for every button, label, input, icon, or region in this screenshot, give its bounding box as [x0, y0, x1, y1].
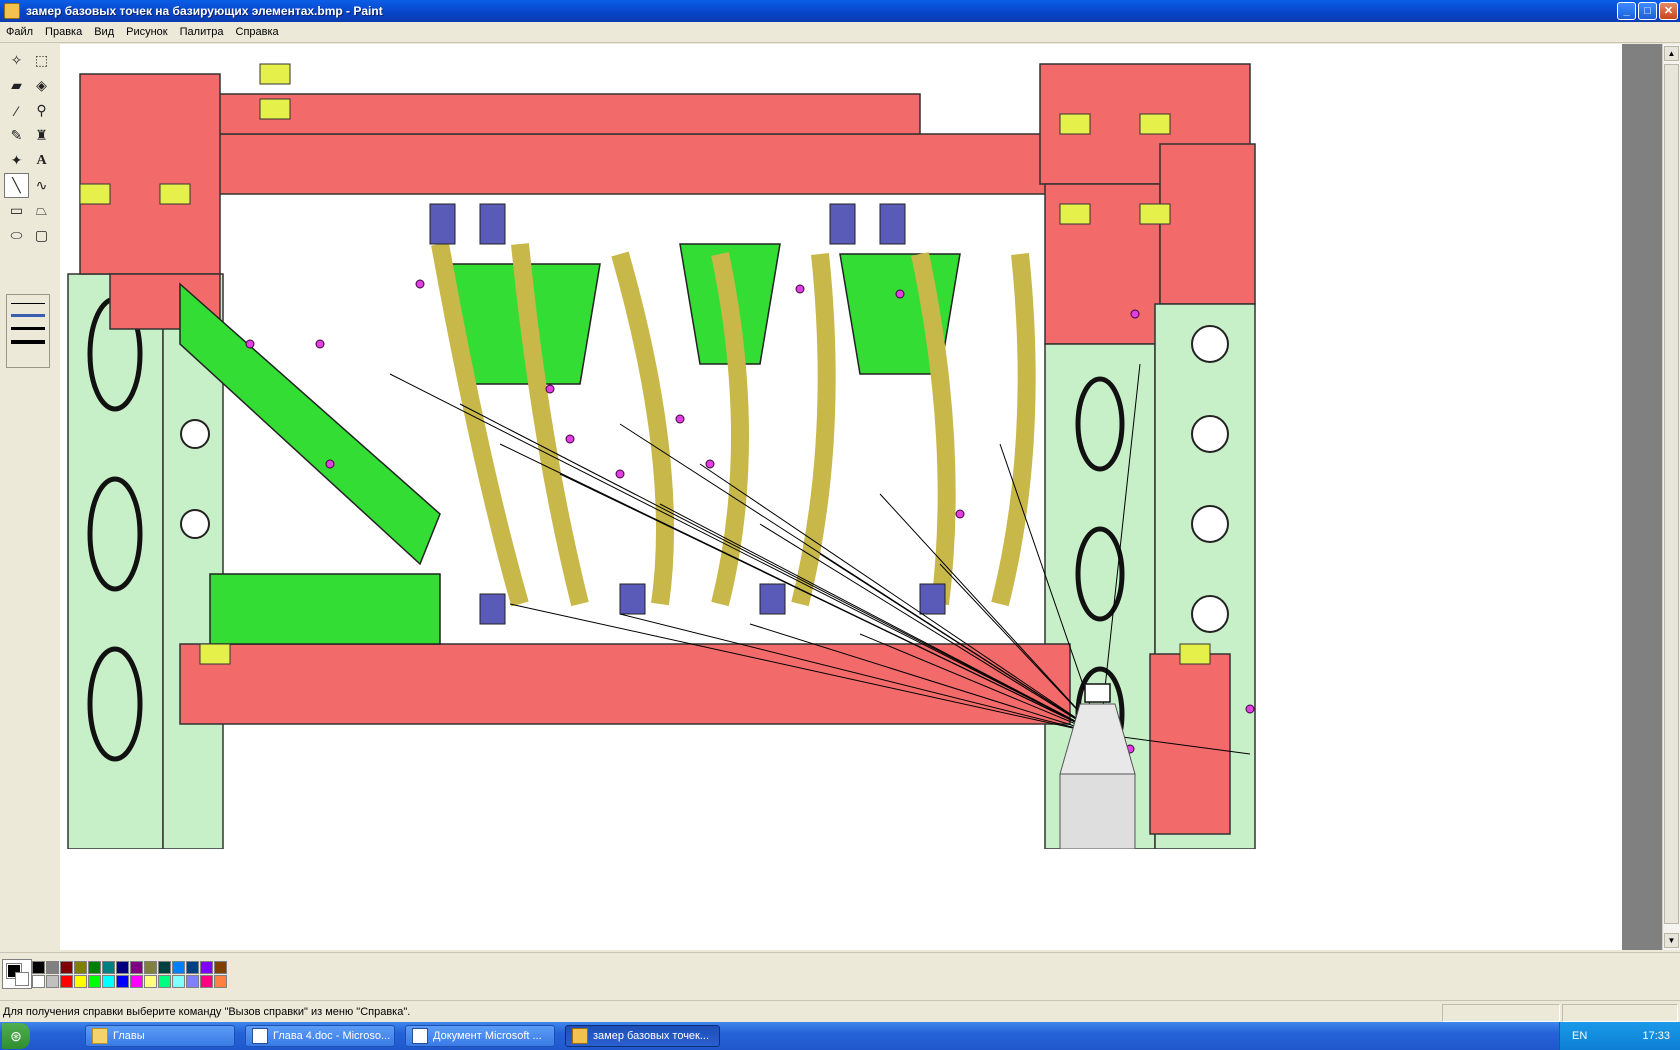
fill-tool-icon[interactable]: ◈ [29, 73, 54, 98]
palette-swatch[interactable] [214, 961, 227, 974]
start-button-icon[interactable]: ⊛ [2, 1023, 30, 1049]
menu-view[interactable]: Вид [88, 24, 120, 40]
palette-swatch[interactable] [74, 961, 87, 974]
palette-swatch[interactable] [46, 975, 59, 988]
palette-swatch[interactable] [200, 975, 213, 988]
ellipse-tool-icon[interactable]: ⬭ [4, 223, 29, 248]
paint-app-icon[interactable] [4, 3, 20, 19]
palette-swatch[interactable] [172, 975, 185, 988]
clock: 17:33 [1642, 1030, 1670, 1042]
palette-swatch[interactable] [32, 961, 45, 974]
drawing-canvas[interactable] [60, 44, 1623, 950]
color-palette [0, 952, 1680, 999]
palette-swatch[interactable] [186, 975, 199, 988]
scroll-down-icon[interactable]: ▼ [1664, 933, 1679, 948]
free-select-tool-icon[interactable]: ✧ [4, 48, 29, 73]
canvas-gray-margin [1622, 44, 1662, 950]
palette-swatch[interactable] [144, 961, 157, 974]
palette-swatch[interactable] [32, 975, 45, 988]
folder-icon [92, 1028, 108, 1044]
pencil-tool-icon[interactable]: ✎ [4, 123, 29, 148]
menu-image[interactable]: Рисунок [120, 24, 174, 40]
eraser-tool-icon[interactable]: ▰ [4, 73, 29, 98]
polygon-tool-icon[interactable]: ⏢ [29, 198, 54, 223]
palette-swatches [32, 961, 227, 988]
current-colors [2, 959, 32, 989]
canvas-area [60, 44, 1623, 950]
cad-drawing-image [67, 63, 1256, 849]
palette-swatch[interactable] [116, 975, 129, 988]
taskbar-item-word-document[interactable]: Документ Microsoft ... [405, 1025, 555, 1047]
text-tool-icon[interactable]: A [29, 148, 54, 173]
word-icon [252, 1028, 268, 1044]
close-button[interactable]: ✕ [1659, 2, 1678, 20]
scroll-thumb[interactable] [1664, 64, 1679, 924]
brush-tool-icon[interactable]: ♜ [29, 123, 54, 148]
palette-swatch[interactable] [158, 975, 171, 988]
taskbar-item-label: Документ Microsoft ... [433, 1030, 542, 1042]
menu-help[interactable]: Справка [230, 24, 285, 40]
tool-grid: ✧ ⬚ ▰ ◈ ⁄ ⚲ ✎ ♜ ✦ A ╲ ∿ ▭ ⏢ ⬭ ▢ [4, 48, 54, 248]
background-color [15, 972, 29, 986]
maximize-button[interactable]: □ [1638, 2, 1657, 20]
curve-tool-icon[interactable]: ∿ [29, 173, 54, 198]
language-indicator[interactable]: EN [1572, 1030, 1587, 1042]
palette-swatch[interactable] [172, 961, 185, 974]
status-text: Для получения справки выберите команду "… [3, 1006, 411, 1018]
line-width-3[interactable] [11, 327, 45, 330]
rectangle-tool-icon[interactable]: ▭ [4, 198, 29, 223]
line-width-selector[interactable] [6, 294, 50, 368]
rounded-rect-tool-icon[interactable]: ▢ [29, 223, 54, 248]
menu-edit[interactable]: Правка [39, 24, 88, 40]
palette-swatch[interactable] [46, 961, 59, 974]
toolbox: ✧ ⬚ ▰ ◈ ⁄ ⚲ ✎ ♜ ✦ A ╲ ∿ ▭ ⏢ ⬭ ▢ [0, 44, 58, 950]
menu-file[interactable]: Файл [0, 24, 39, 40]
airbrush-tool-icon[interactable]: ✦ [4, 148, 29, 173]
title-bar: замер базовых точек на базирующих элемен… [0, 0, 1680, 22]
system-tray: EN 17:33 [1559, 1022, 1680, 1050]
taskbar-item-label: Главы [113, 1030, 145, 1042]
taskbar-item-word-chapter[interactable]: Глава 4.doc - Microso... [245, 1025, 395, 1047]
menu-colors[interactable]: Палитра [174, 24, 230, 40]
palette-swatch[interactable] [158, 961, 171, 974]
rect-select-tool-icon[interactable]: ⬚ [29, 48, 54, 73]
taskbar-item-folder[interactable]: Главы [85, 1025, 235, 1047]
vertical-scrollbar[interactable]: ▲ ▼ [1662, 44, 1680, 950]
palette-swatch[interactable] [74, 975, 87, 988]
taskbar-item-paint[interactable]: замер базовых точек... [565, 1025, 720, 1047]
taskbar-item-label: Глава 4.doc - Microso... [273, 1030, 391, 1042]
palette-swatch[interactable] [88, 975, 101, 988]
palette-swatch[interactable] [200, 961, 213, 974]
palette-swatch[interactable] [186, 961, 199, 974]
window-controls: _ □ ✕ [1617, 2, 1678, 20]
palette-swatch[interactable] [102, 975, 115, 988]
palette-swatch[interactable] [130, 961, 143, 974]
palette-swatch[interactable] [88, 961, 101, 974]
palette-swatch[interactable] [102, 961, 115, 974]
palette-swatch[interactable] [60, 961, 73, 974]
line-width-1[interactable] [11, 303, 45, 304]
palette-swatch[interactable] [116, 961, 129, 974]
minimize-button[interactable]: _ [1617, 2, 1636, 20]
word-icon [412, 1028, 428, 1044]
palette-swatch[interactable] [144, 975, 157, 988]
line-width-4[interactable] [11, 340, 45, 344]
line-width-2[interactable] [11, 314, 45, 317]
status-pane-size [1562, 1004, 1678, 1022]
scroll-up-icon[interactable]: ▲ [1664, 46, 1679, 61]
taskbar-item-label: замер базовых точек... [593, 1030, 710, 1042]
status-pane-coords [1442, 1004, 1560, 1022]
magnifier-tool-icon[interactable]: ⚲ [29, 98, 54, 123]
line-tool-icon[interactable]: ╲ [4, 173, 29, 198]
palette-swatch[interactable] [60, 975, 73, 988]
status-bar: Для получения справки выберите команду "… [0, 1000, 1680, 1023]
paint-icon [572, 1028, 588, 1044]
palette-swatch[interactable] [130, 975, 143, 988]
color-picker-tool-icon[interactable]: ⁄ [4, 98, 29, 123]
menu-bar: Файл Правка Вид Рисунок Палитра Справка [0, 22, 1680, 43]
window-title: замер базовых точек на базирующих элемен… [26, 4, 383, 18]
taskbar: ⊛ Главы Глава 4.doc - Microso... Докумен… [0, 1022, 1680, 1050]
palette-swatch[interactable] [214, 975, 227, 988]
